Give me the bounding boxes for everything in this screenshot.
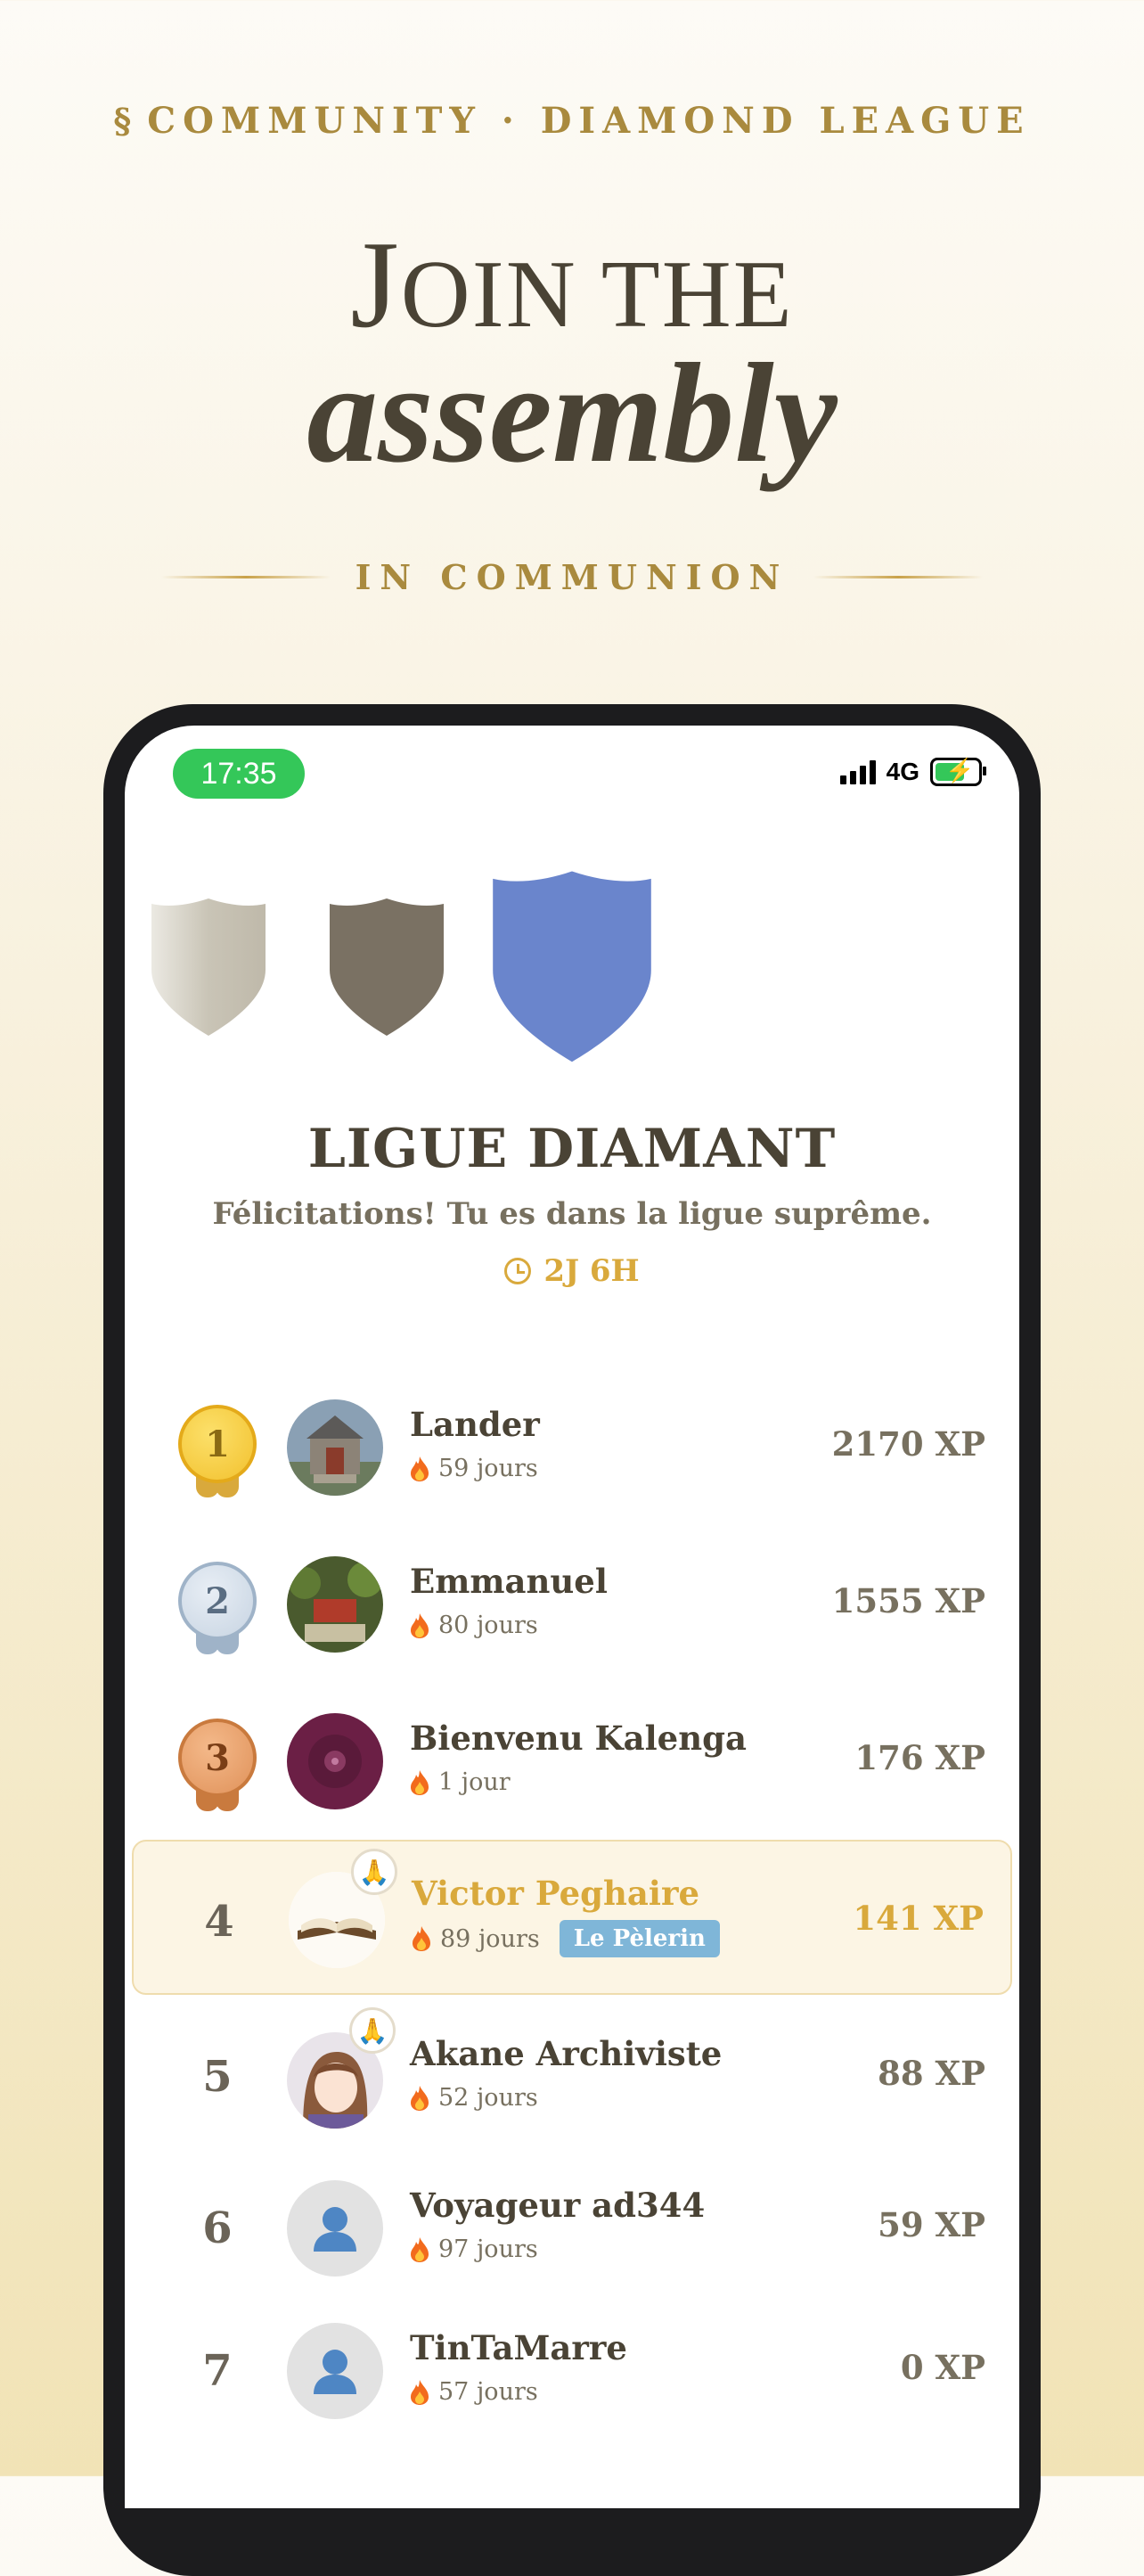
leaderboard-row[interactable]: 1 Lander 59 jours 2170 XP [132, 1373, 1012, 1522]
streak-text: 59 jours [438, 1455, 538, 1482]
signal-icon [839, 759, 876, 784]
streak-text: 97 jours [438, 2236, 538, 2263]
xp-value: 0 XP [900, 2348, 985, 2387]
default-user-avatar-icon[interactable] [287, 2323, 383, 2419]
ornamental-divider: IN COMMUNION [0, 554, 1144, 599]
prayer-badge-icon: 🙏 [349, 2007, 396, 2054]
flame-icon [411, 2379, 429, 2405]
prayer-badge-icon: 🙏 [351, 1849, 397, 1895]
leaderboard-row[interactable]: 2 Emmanuel 80 jours 1555 XP [132, 1530, 1012, 1679]
xp-value: 2170 XP [831, 1424, 985, 1464]
avatar[interactable] [287, 1713, 383, 1809]
xp-value: 141 XP [853, 1899, 984, 1938]
rank-number: 6 [202, 2203, 233, 2253]
clock-icon [504, 1258, 532, 1284]
leaderboard-row[interactable]: 3 Bienvenu Kalenga 1 jour 176 XP [132, 1686, 1012, 1836]
default-user-avatar-icon[interactable] [287, 2180, 383, 2277]
eyebrow-text: COMMUNITY · DIAMOND LEAGUE [147, 100, 1031, 142]
timer-text: 2J 6H [543, 1253, 640, 1289]
player-name: Bienvenu Kalenga [410, 1719, 747, 1758]
player-name: Voyageur ad344 [410, 2186, 706, 2225]
streak-text: 1 jour [438, 1768, 511, 1796]
league-subtitle: Félicitations! Tu es dans la ligue suprê… [212, 1196, 932, 1232]
avatar[interactable] [287, 1399, 383, 1496]
status-time: 17:35 [173, 749, 305, 799]
streak: 97 jours [410, 2236, 538, 2263]
rank-number: 7 [202, 2346, 233, 2396]
divider-line-right [813, 575, 984, 578]
flame-icon [411, 2085, 429, 2111]
streak: 52 jours [410, 2084, 538, 2112]
battery-icon: ⚡ [930, 758, 986, 786]
divider-line-left [160, 575, 331, 578]
streak: 59 jours [410, 1455, 538, 1482]
leaderboard-row[interactable]: 5 🙏 Akane Archiviste 52 jours 88 XP [132, 2002, 1012, 2152]
player-name: Victor Peghaire [412, 1874, 699, 1913]
player-name: Akane Archiviste [410, 2034, 723, 2073]
medal-silver-icon: 2 [178, 1562, 257, 1654]
streak: 80 jours [410, 1612, 538, 1639]
rank-number: 4 [204, 1897, 234, 1947]
streak: 57 jours [410, 2378, 538, 2406]
xp-value: 1555 XP [831, 1581, 985, 1620]
rank-number: 5 [202, 2052, 233, 2102]
phone-screen: 17:35 4G ⚡ LIGUE DIAMANT Félicitations! … [125, 726, 1019, 2508]
streak: 1 jour [410, 1768, 511, 1796]
flame-icon [411, 1769, 429, 1795]
network-label: 4G [886, 758, 919, 785]
shield-diamond-icon[interactable] [490, 866, 654, 1064]
medal-gold-icon: 1 [178, 1405, 257, 1497]
title-tag: Le Pèlerin [559, 1920, 720, 1957]
flame-icon [411, 1612, 429, 1638]
streak-text: 80 jours [438, 1612, 538, 1639]
player-name: Emmanuel [410, 1562, 608, 1601]
flame-icon [411, 2236, 429, 2262]
streak-text: 89 jours [440, 1924, 540, 1953]
xp-value: 88 XP [878, 2054, 985, 2093]
streak-text: 57 jours [438, 2378, 538, 2406]
league-timer: 2J 6H [125, 1253, 1019, 1289]
status-indicators: 4G ⚡ [839, 758, 986, 786]
avatar[interactable] [287, 1556, 383, 1653]
xp-value: 59 XP [878, 2205, 985, 2244]
flame-icon [413, 1926, 430, 1951]
streak: 89 jours Le Pèlerin [412, 1920, 720, 1957]
leaderboard-row[interactable]: 6 Voyageur ad344 97 jours 59 XP [132, 2154, 1012, 2303]
streak-text: 52 jours [438, 2084, 538, 2112]
shield-silver-icon[interactable] [150, 895, 267, 1038]
player-name: Lander [410, 1405, 540, 1444]
medal-bronze-icon: 3 [178, 1719, 257, 1811]
section-icon: § [113, 101, 132, 141]
flame-icon [411, 1456, 429, 1481]
player-name: TinTaMarre [410, 2328, 627, 2367]
leaderboard-row-current-user[interactable]: 4 🙏 Victor Peghaire 89 jours Le Pèlerin … [132, 1840, 1012, 1995]
shield-dark-icon[interactable] [328, 895, 445, 1038]
headline-rest: OIN THE [400, 242, 794, 348]
xp-value: 176 XP [854, 1738, 985, 1777]
eyebrow: § COMMUNITY · DIAMOND LEAGUE [0, 100, 1144, 142]
leaderboard-row[interactable]: 7 TinTaMarre 57 jours 0 XP [132, 2296, 1012, 2446]
charging-icon: ⚡ [945, 758, 975, 784]
league-title: LIGUE DIAMANT [307, 1118, 837, 1180]
headline-line-2: assembly [306, 333, 838, 492]
divider-text: IN COMMUNION [355, 556, 789, 597]
